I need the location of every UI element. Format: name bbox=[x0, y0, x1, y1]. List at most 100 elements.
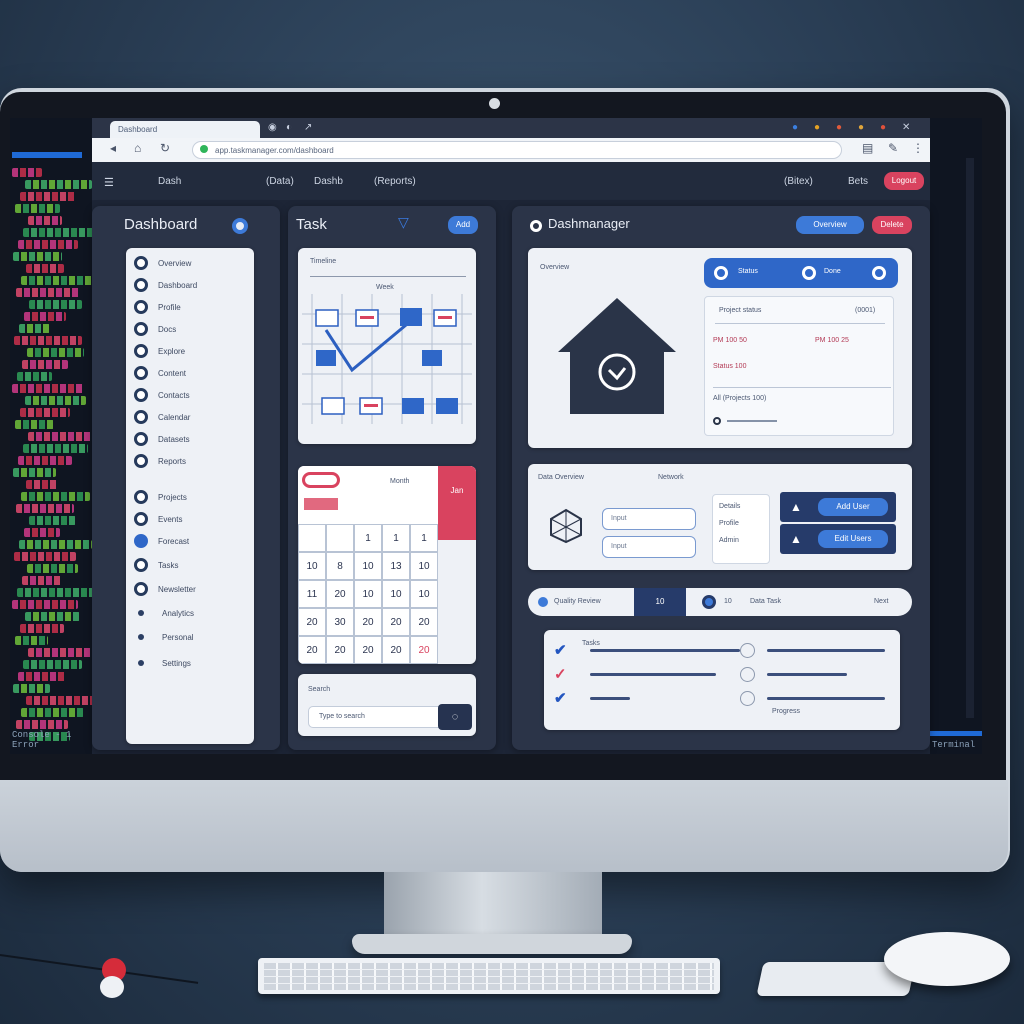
edit-users-button[interactable]: Edit Users bbox=[818, 530, 888, 548]
status-segment-bar[interactable]: Status Done bbox=[704, 258, 898, 288]
checkmark-icon[interactable]: ✔ bbox=[554, 689, 574, 707]
sidebar-item[interactable]: Tasks bbox=[134, 558, 178, 572]
sidebar-item[interactable]: Projects bbox=[134, 490, 187, 504]
radio-icon[interactable] bbox=[740, 666, 755, 682]
calendar-day[interactable]: 20 bbox=[298, 636, 326, 664]
shield-icon[interactable]: ▽ bbox=[398, 214, 409, 231]
task-row[interactable]: ✓ bbox=[554, 662, 744, 686]
checkmark-icon[interactable]: ✔ bbox=[554, 641, 574, 659]
header-label[interactable]: Bets bbox=[848, 176, 868, 187]
task-row[interactable] bbox=[740, 686, 890, 710]
extension-icon[interactable]: ● bbox=[858, 122, 864, 133]
breadcrumb-home[interactable]: Dash bbox=[158, 176, 181, 187]
calendar-day[interactable]: 13 bbox=[382, 552, 410, 580]
sidebar-item[interactable]: Docs bbox=[134, 322, 176, 336]
edit-icon[interactable]: ✎ bbox=[888, 141, 898, 155]
sidebar-item[interactable]: Newsletter bbox=[134, 582, 196, 596]
delete-button[interactable]: Delete bbox=[872, 216, 912, 234]
input-field[interactable]: Input bbox=[602, 508, 696, 530]
task-row[interactable] bbox=[740, 638, 890, 662]
tab-close-icon[interactable]: ◉ bbox=[268, 122, 277, 133]
calendar-day[interactable]: 10 bbox=[410, 580, 438, 608]
calendar-day[interactable]: 1 bbox=[382, 524, 410, 552]
status-segment[interactable]: Status bbox=[738, 268, 758, 275]
breadcrumb-item[interactable]: (Reports) bbox=[374, 176, 416, 187]
calendar-day[interactable]: 20 bbox=[354, 608, 382, 636]
home-icon[interactable]: ⌂ bbox=[134, 141, 141, 155]
task-flow-diagram[interactable] bbox=[302, 294, 472, 424]
calendar-day[interactable]: 10 bbox=[410, 552, 438, 580]
sidebar-item[interactable]: Explore bbox=[134, 344, 185, 358]
sidebar-item[interactable]: Personal bbox=[134, 630, 194, 644]
sidebar-item[interactable]: Reports bbox=[134, 454, 186, 468]
search-button[interactable]: ◌ bbox=[438, 704, 472, 730]
extension-icon[interactable]: ● bbox=[880, 122, 886, 133]
sidebar-item[interactable]: Contacts bbox=[134, 388, 190, 402]
sidebar-item[interactable]: Content bbox=[134, 366, 186, 380]
calendar-day[interactable]: 20 bbox=[326, 636, 354, 664]
sidebar-item[interactable]: Events bbox=[134, 512, 182, 526]
calendar-day[interactable]: 20 bbox=[382, 608, 410, 636]
toggle-icon[interactable] bbox=[232, 218, 248, 234]
sidebar-item[interactable]: Settings bbox=[134, 656, 191, 670]
breadcrumb-item[interactable]: (Data) bbox=[266, 176, 294, 187]
calendar-day[interactable]: 20 bbox=[410, 636, 438, 664]
breadcrumb-item[interactable]: Dashb bbox=[314, 176, 343, 187]
extension-icon[interactable]: ● bbox=[836, 122, 842, 133]
terminal-label[interactable]: Terminal bbox=[932, 740, 975, 750]
menu-icon[interactable]: ⋮ bbox=[912, 141, 924, 155]
extension-icon[interactable]: ● bbox=[814, 122, 820, 133]
calendar-day[interactable]: 20 bbox=[326, 580, 354, 608]
task-row[interactable] bbox=[740, 662, 890, 686]
calendar-day[interactable]: 10 bbox=[354, 580, 382, 608]
header-label[interactable]: (Bitex) bbox=[784, 176, 813, 187]
close-window-icon[interactable]: ✕ bbox=[902, 122, 910, 133]
hamburger-icon[interactable]: ☰ bbox=[104, 176, 114, 189]
calendar-day[interactable]: 10 bbox=[354, 552, 382, 580]
add-user-row[interactable]: ▲ Add User bbox=[780, 492, 896, 522]
calendar-day[interactable]: 10 bbox=[298, 552, 326, 580]
sidebar-item[interactable]: Dashboard bbox=[134, 278, 197, 292]
calendar-day[interactable]: 20 bbox=[410, 608, 438, 636]
calendar-day[interactable]: 20 bbox=[382, 636, 410, 664]
tab-icon[interactable]: ◐ bbox=[286, 122, 292, 133]
sidebar-item[interactable]: Calendar bbox=[134, 410, 190, 424]
add-user-button[interactable]: Add User bbox=[818, 498, 888, 516]
calendar-day[interactable]: 1 bbox=[354, 524, 382, 552]
calendar-day[interactable] bbox=[298, 524, 326, 552]
logout-button[interactable]: Logout bbox=[884, 172, 924, 190]
code-editor-right[interactable]: Terminal bbox=[930, 118, 982, 754]
calendar-day[interactable]: 11 bbox=[298, 580, 326, 608]
calendar-prev-button[interactable] bbox=[302, 472, 340, 488]
back-icon[interactable]: ◂ bbox=[110, 141, 116, 155]
sidebar-item[interactable]: Forecast bbox=[134, 534, 189, 548]
home-icon[interactable] bbox=[552, 292, 682, 418]
radio-icon[interactable] bbox=[740, 642, 755, 658]
address-bar[interactable]: app.taskmanager.com/dashboard bbox=[192, 141, 842, 159]
input-field[interactable]: Input bbox=[602, 536, 696, 558]
calendar-day[interactable]: 20 bbox=[354, 636, 382, 664]
sidebar-item[interactable]: Analytics bbox=[134, 606, 194, 620]
overview-button[interactable]: Overview bbox=[796, 216, 864, 234]
quality-count[interactable]: 10 bbox=[634, 588, 686, 616]
add-task-button[interactable]: Add bbox=[448, 216, 478, 234]
bookmark-icon[interactable]: ▤ bbox=[862, 141, 873, 155]
calendar-day[interactable]: 30 bbox=[326, 608, 354, 636]
radio-icon[interactable] bbox=[740, 690, 755, 706]
calendar-day[interactable] bbox=[326, 524, 354, 552]
extension-icon[interactable]: ● bbox=[792, 122, 798, 133]
task-row[interactable]: ✔ bbox=[554, 686, 744, 710]
new-tab-icon[interactable]: ↗ bbox=[304, 122, 312, 133]
editor-tab[interactable] bbox=[12, 152, 82, 158]
calendar-day[interactable]: 1 bbox=[410, 524, 438, 552]
code-editor-left[interactable]: Console - 1 Error bbox=[10, 118, 92, 754]
calendar-badge[interactable]: Jan bbox=[438, 466, 476, 540]
browser-tab[interactable]: Dashboard bbox=[110, 121, 260, 138]
edit-users-row[interactable]: ▲ Edit Users bbox=[780, 524, 896, 554]
calendar-day[interactable]: 8 bbox=[326, 552, 354, 580]
status-segment[interactable]: Done bbox=[824, 268, 841, 275]
calendar-day[interactable]: 10 bbox=[382, 580, 410, 608]
refresh-icon[interactable]: ↻ bbox=[160, 141, 170, 155]
scrollbar[interactable] bbox=[966, 158, 974, 718]
sidebar-item[interactable]: Overview bbox=[134, 256, 191, 270]
